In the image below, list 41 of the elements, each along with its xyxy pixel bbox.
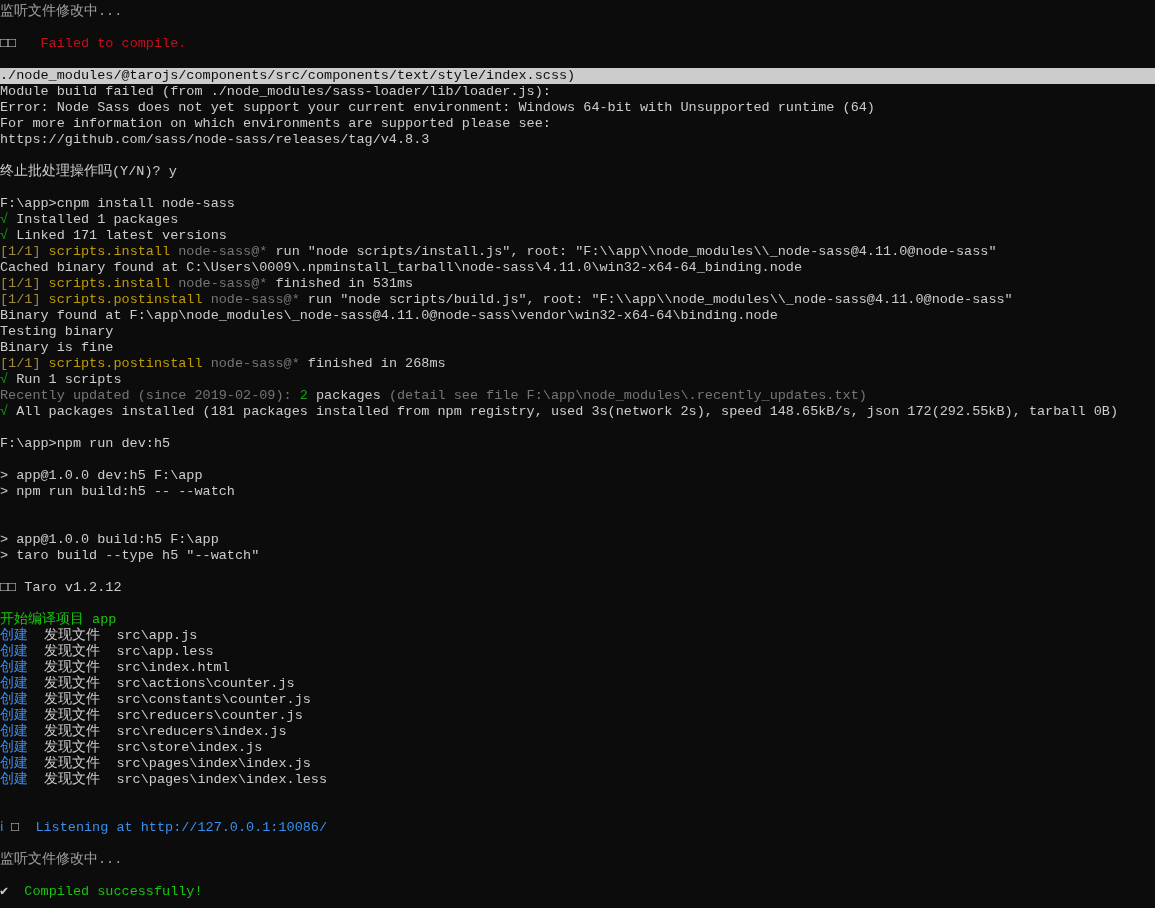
terminal-line: 监听文件修改中... <box>0 4 123 20</box>
terminal-line: Testing binary <box>0 324 114 340</box>
terminal-line: √ Linked 171 latest versions <box>0 228 227 244</box>
terminal-line: 创建 发现文件 src\index.html <box>0 660 230 675</box>
terminal-line: F:\app>cnpm install node-sass <box>0 196 235 212</box>
terminal-line: √ All packages installed (181 packages installed from npm registry, used 3s(network 2s), speed 148.65kB/s, json 172(292.55kB), tarball 0B) <box>0 404 1118 420</box>
terminal-line: Recently updated (since 2019-02-09): 2 packages (detail see file F:\app\node_modules\.recently_updates.txt) <box>0 388 867 404</box>
terminal-line: Cached binary found at C:\Users\0009\.npminstall_tarball\node-sass\4.11.0\win32-x64-64_binding.node <box>0 260 803 276</box>
terminal-line: □□ Taro v1.2.12 <box>0 580 122 596</box>
terminal-line: > taro build --type h5 "--watch" <box>0 548 260 564</box>
terminal-line: For more information on which environments are supported please see: <box>0 116 551 132</box>
terminal-line: > npm run build:h5 -- --watch <box>0 484 235 500</box>
terminal-line: [1/1] scripts.postinstall node-sass@* finished in 268ms <box>0 356 446 372</box>
terminal-line: 创建 发现文件 src\app.less <box>0 644 214 659</box>
terminal-line: Module build failed (from ./node_modules/sass-loader/lib/loader.js): <box>0 84 551 100</box>
terminal-line: 创建 发现文件 src\pages\index\index.js <box>0 756 311 771</box>
terminal-line: ✔ Compiled successfully! <box>0 884 203 900</box>
terminal-line: 创建 发现文件 src\reducers\counter.js <box>0 708 303 723</box>
terminal-line: 监听文件修改中... <box>0 852 123 868</box>
terminal-line: □□ Failed to compile. <box>0 36 187 52</box>
terminal-line: 创建 发现文件 src\actions\counter.js <box>0 676 295 691</box>
terminal-line: > app@1.0.0 dev:h5 F:\app <box>0 468 203 484</box>
terminal-line: √ Installed 1 packages <box>0 212 179 228</box>
terminal-line: ℹ □ Listening at http://127.0.0.1:10086/ <box>0 820 328 836</box>
terminal-line: Binary is fine <box>0 340 114 356</box>
terminal-line: 终止批处理操作吗(Y/N)? y <box>0 164 177 180</box>
terminal-line: Error: Node Sass does not yet support your current environment: Windows 64-bit with Unsupported runtime (64) <box>0 100 875 116</box>
terminal-line: F:\app>npm run dev:h5 <box>0 436 171 452</box>
terminal-line: 创建 发现文件 src\pages\index\index.less <box>0 772 328 788</box>
terminal-line: √ Run 1 scripts <box>0 372 122 388</box>
terminal-line: 创建 发现文件 src\store\index.js <box>0 740 263 755</box>
terminal-line: 创建 发现文件 src\app.js <box>0 628 198 643</box>
terminal-line: > app@1.0.0 build:h5 F:\app <box>0 532 219 548</box>
terminal-line: 开始编译项目 app <box>0 612 117 627</box>
terminal-line: [1/1] scripts.install node-sass@* finished in 531ms <box>0 276 414 292</box>
terminal-line: 创建 发现文件 src\reducers\index.js <box>0 724 287 739</box>
terminal-line: [1/1] scripts.install node-sass@* run "node scripts/install.js", root: "F:\\app\\node_modules\\_node-sass@4.11.0@node-sass" <box>0 244 997 260</box>
terminal-line: 创建 发现文件 src\constants\counter.js <box>0 692 311 707</box>
terminal-line: Binary found at F:\app\node_modules\_node-sass@4.11.0@node-sass\vendor\win32-x64-64\binding.node <box>0 308 778 324</box>
terminal-line: https://github.com/sass/node-sass/releases/tag/v4.8.3 <box>0 132 430 148</box>
terminal-line: [1/1] scripts.postinstall node-sass@* run "node scripts/build.js", root: "F:\\app\\node_modules\\_node-sass@4.11.0@node-sass" <box>0 292 1013 308</box>
